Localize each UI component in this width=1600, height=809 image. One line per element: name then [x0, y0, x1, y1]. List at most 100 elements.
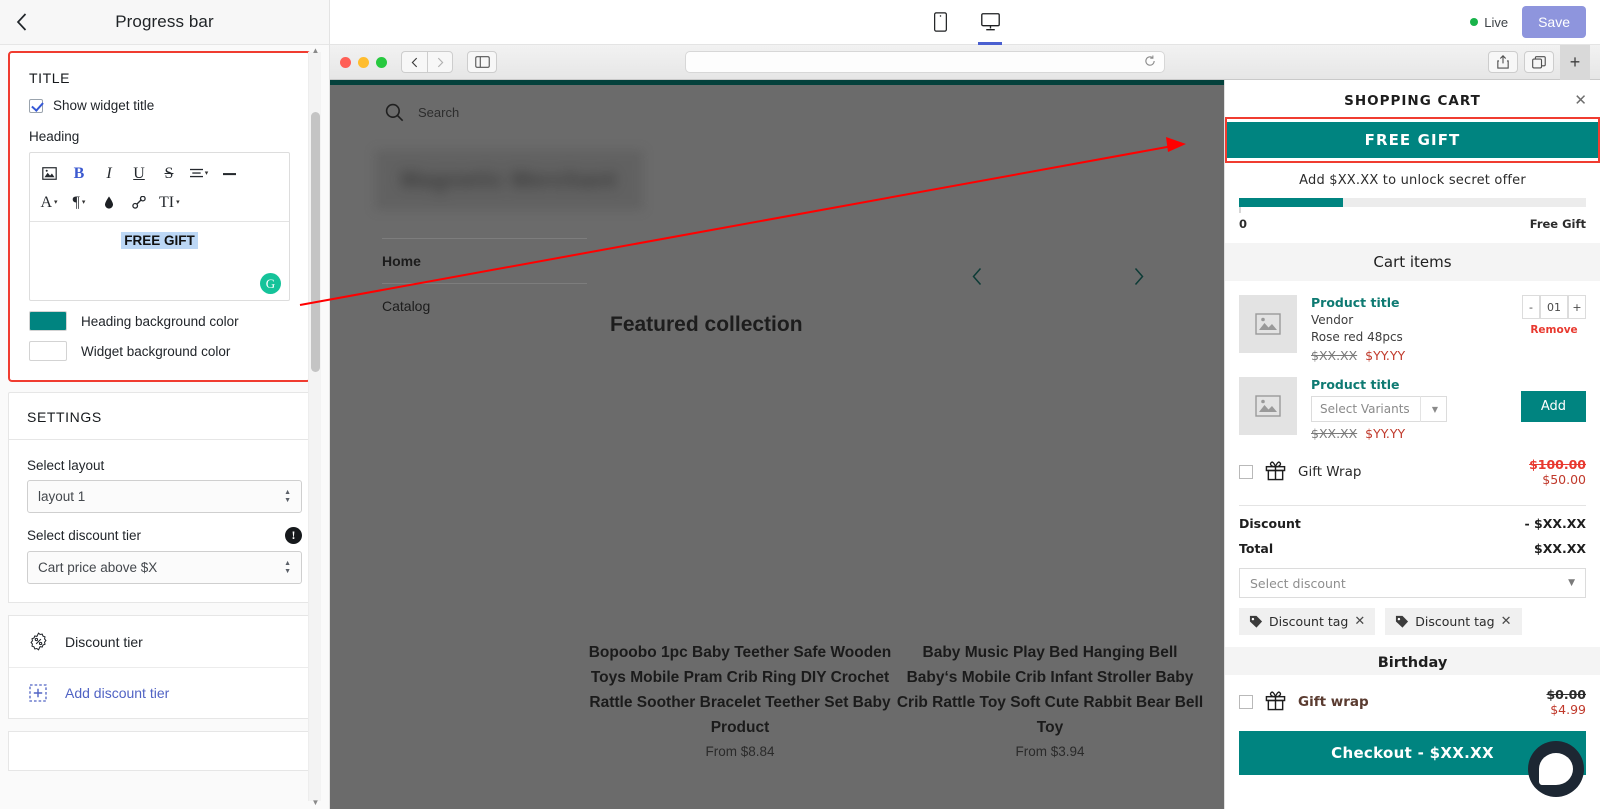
discount-tier-item[interactable]: Discount tier: [9, 616, 320, 667]
carousel-next-button[interactable]: [1133, 267, 1145, 291]
show-widget-title-row[interactable]: Show widget title: [29, 96, 290, 123]
store-search-row[interactable]: Search: [330, 85, 1224, 122]
progress-bar-track: [1239, 198, 1586, 207]
discount-badge-icon: [27, 632, 49, 651]
chat-bubble-icon[interactable]: [1528, 741, 1584, 797]
browser-url-bar[interactable]: [685, 51, 1165, 73]
select-discount-tier-dropdown[interactable]: Cart price above $X ▲▼: [27, 551, 302, 584]
cart-item-title[interactable]: Product title: [1311, 377, 1507, 392]
show-widget-title-checkbox[interactable]: [29, 99, 43, 113]
featured-collection-title: Featured collection: [610, 313, 803, 337]
discount-total-row: Discount - $XX.XX: [1225, 506, 1600, 531]
store-nav-item-home[interactable]: Home: [382, 238, 587, 283]
desktop-device-icon: [981, 13, 1000, 31]
total-value: $XX.XX: [1534, 541, 1586, 556]
align-icon[interactable]: ▾: [184, 159, 214, 188]
main-area: Live Save: [330, 0, 1600, 809]
cart-heading-text: SHOPPING CART: [1344, 93, 1481, 109]
sidebar-panel-icon: [475, 56, 490, 68]
sidebar-scrollbar[interactable]: ▲ ▼: [308, 52, 321, 801]
bold-icon[interactable]: B: [64, 159, 94, 188]
browser-share-button[interactable]: [1488, 51, 1518, 73]
tab-mobile-preview[interactable]: [920, 0, 960, 45]
total-label: Total: [1239, 541, 1273, 556]
font-family-icon[interactable]: A▾: [34, 188, 64, 217]
cart-item-vendor: Vendor: [1311, 313, 1508, 327]
cart-item-title[interactable]: Product title: [1311, 295, 1508, 310]
select-variants-dropdown[interactable]: Select Variants ▼: [1311, 396, 1447, 422]
underline-icon[interactable]: U: [124, 159, 154, 188]
editor-selected-text[interactable]: FREE GIFT: [121, 232, 198, 249]
minimize-window-icon[interactable]: [358, 57, 369, 68]
store-nav-item-catalog[interactable]: Catalog: [382, 283, 587, 328]
close-window-icon[interactable]: [340, 57, 351, 68]
store-nav: Home Catalog: [382, 238, 587, 328]
product-card[interactable]: Bopoobo 1pc Baby Teether Safe Wooden Toy…: [585, 640, 895, 759]
scroll-down-arrow-icon[interactable]: ▼: [311, 798, 320, 807]
text-color-icon[interactable]: [94, 188, 124, 217]
image-placeholder-icon: [1239, 295, 1297, 353]
back-button[interactable]: [0, 0, 42, 45]
select-layout-dropdown[interactable]: layout 1 ▲▼: [27, 480, 302, 513]
insert-image-icon[interactable]: [34, 159, 64, 188]
gift-icon: [1265, 690, 1286, 715]
gift-wrap-old-price: $100.00: [1529, 457, 1586, 472]
discount-label: Discount: [1239, 516, 1301, 531]
scroll-up-arrow-icon[interactable]: ▲: [311, 46, 320, 55]
widget-background-color-swatch[interactable]: [29, 341, 67, 361]
grammarly-icon[interactable]: G: [260, 273, 281, 294]
horizontal-rule-icon[interactable]: [214, 159, 244, 188]
reload-icon[interactable]: [1144, 55, 1156, 70]
add-item-button[interactable]: Add: [1521, 391, 1586, 422]
remove-item-button[interactable]: Remove: [1522, 324, 1586, 336]
birthday-gift-wrap-checkbox[interactable]: [1239, 695, 1253, 709]
chevron-left-icon: [971, 267, 983, 286]
discount-value: - $XX.XX: [1524, 516, 1586, 531]
info-icon[interactable]: !: [285, 527, 302, 544]
app-root: Progress bar TITLE Show widget title Hea…: [0, 0, 1600, 809]
quantity-increase-button[interactable]: +: [1568, 295, 1586, 319]
gift-wrap-checkbox[interactable]: [1239, 465, 1253, 479]
browser-tabs-button[interactable]: [1524, 51, 1554, 73]
discount-tag[interactable]: Discount tag ✕: [1239, 608, 1375, 635]
browser-forward-button[interactable]: [427, 51, 453, 73]
discount-tag[interactable]: Discount tag ✕: [1385, 608, 1521, 635]
cart-heading: SHOPPING CART ✕: [1225, 80, 1600, 119]
paragraph-icon[interactable]: ¶▾: [64, 188, 94, 217]
sidebar-scrollbar-thumb[interactable]: [311, 112, 320, 372]
quantity-value[interactable]: 01: [1540, 295, 1568, 319]
widget-background-color-row[interactable]: Widget background color: [29, 331, 290, 361]
sidebar-next-card: [8, 731, 321, 771]
browser-sidebar-toggle[interactable]: [467, 51, 497, 73]
carousel-prev-button[interactable]: [971, 267, 983, 291]
quantity-decrease-button[interactable]: -: [1522, 295, 1540, 319]
maximize-window-icon[interactable]: [376, 57, 387, 68]
birthday-gift-wrap-row[interactable]: Gift wrap $0.00 $4.99: [1225, 675, 1600, 717]
close-icon[interactable]: ✕: [1354, 614, 1365, 629]
link-icon[interactable]: [124, 188, 154, 217]
shopping-cart-drawer: SHOPPING CART ✕ FREE GIFT Add $XX.XX to …: [1224, 80, 1600, 809]
editor-content-area[interactable]: FREE GIFT G: [30, 222, 289, 300]
tab-desktop-preview[interactable]: [970, 0, 1010, 45]
heading-background-color-swatch[interactable]: [29, 311, 67, 331]
text-size-icon[interactable]: TI▾: [154, 188, 185, 217]
chevron-left-icon: [411, 57, 418, 68]
product-card[interactable]: Baby Music Play Bed Hanging Bell Baby‘s …: [895, 640, 1205, 759]
italic-icon[interactable]: I: [94, 159, 124, 188]
live-status: Live: [1470, 15, 1508, 30]
save-button[interactable]: Save: [1522, 6, 1586, 38]
strikethrough-icon[interactable]: S: [154, 159, 184, 188]
add-discount-tier-button[interactable]: Add discount tier: [9, 667, 320, 718]
product-price: From $8.84: [585, 744, 895, 759]
browser-new-tab-button[interactable]: +: [1560, 45, 1590, 80]
heading-rich-text-editor[interactable]: B I U S ▾: [29, 152, 290, 301]
quantity-stepper[interactable]: - 01 +: [1522, 295, 1586, 319]
heading-background-color-row[interactable]: Heading background color: [29, 301, 290, 331]
settings-section-label: SETTINGS: [8, 392, 321, 439]
browser-back-button[interactable]: [401, 51, 427, 73]
select-discount-dropdown[interactable]: Select discount ▼: [1239, 568, 1586, 598]
window-controls[interactable]: [340, 57, 387, 68]
gift-wrap-row[interactable]: Gift Wrap $100.00 $50.00: [1225, 441, 1600, 487]
close-icon[interactable]: ✕: [1501, 614, 1512, 629]
close-icon[interactable]: ✕: [1574, 91, 1588, 109]
